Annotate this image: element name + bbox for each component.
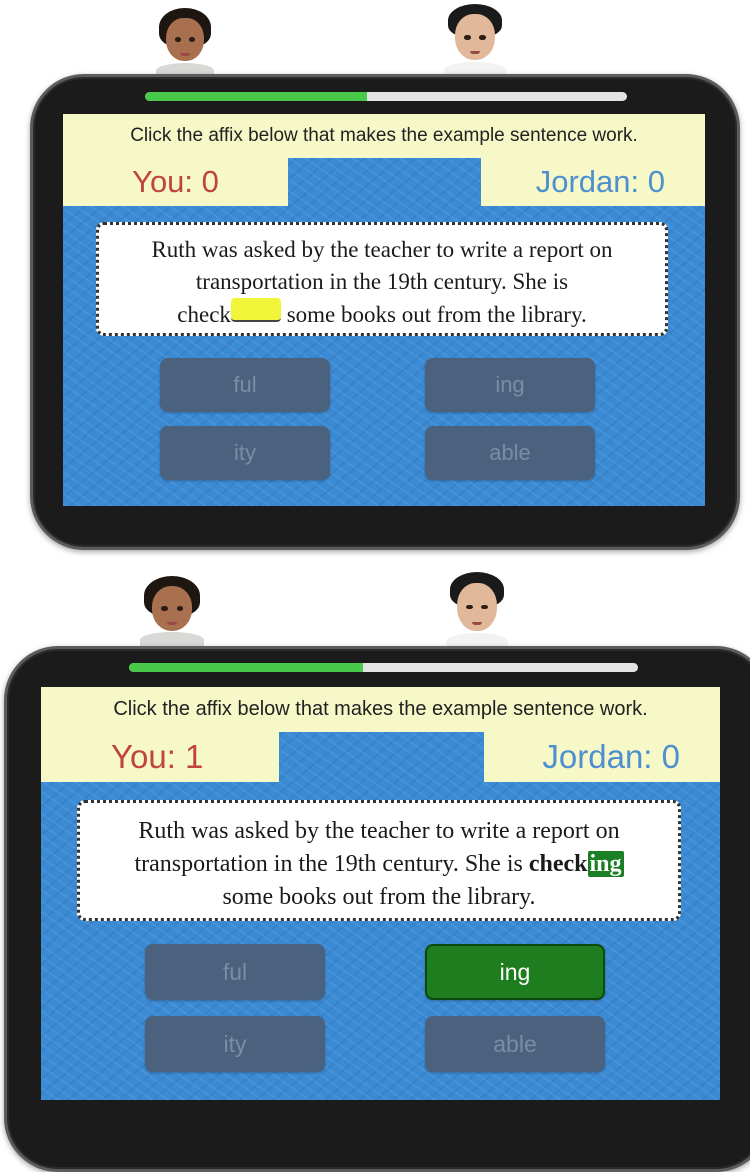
- game-screen: Click the affix below that makes the exa…: [41, 687, 720, 1100]
- round-progress-bar: [129, 663, 638, 672]
- instruction-banner: Click the affix below that makes the exa…: [41, 687, 720, 732]
- choice-button-ful[interactable]: ful: [160, 358, 330, 412]
- filled-affix: ing: [587, 851, 624, 877]
- you-score: You: 0: [63, 158, 288, 206]
- sentence-line: Ruth was asked by the teacher to write a…: [151, 237, 613, 262]
- affix-blank: [230, 298, 281, 322]
- choice-button-able[interactable]: able: [425, 1016, 605, 1072]
- choice-button-ing[interactable]: ing: [425, 358, 595, 412]
- choice-button-ity[interactable]: ity: [145, 1016, 325, 1072]
- game-screen: Click the affix below that makes the exa…: [63, 114, 705, 506]
- sentence-stem: check: [177, 302, 231, 327]
- game-panel-2: Click the affix below that makes the exa…: [0, 560, 750, 1172]
- sentence-stem: check: [528, 851, 588, 877]
- round-progress-bar: [145, 92, 627, 101]
- sentence-line: Ruth was asked by the teacher to write a…: [138, 818, 620, 844]
- example-sentence: Ruth was asked by the teacher to write a…: [96, 222, 668, 336]
- game-panel-1: Click the affix below that makes the exa…: [0, 0, 750, 560]
- sentence-ending: some books out from the library.: [280, 302, 587, 327]
- instruction-banner: Click the affix below that makes the exa…: [63, 114, 705, 158]
- sentence-line: transportation in the 19th century. She …: [195, 269, 569, 294]
- opponent-jordan-avatar-icon: [444, 4, 506, 78]
- you-score: You: 1: [41, 732, 279, 782]
- sentence-line: transportation in the 19th century. She …: [80, 848, 678, 881]
- sentence-text: transportation in the 19th century. She …: [134, 851, 529, 877]
- sentence-line: some books out from the library.: [222, 884, 536, 910]
- sentence-line: check some books out from the library.: [99, 298, 665, 331]
- choice-button-ful[interactable]: ful: [145, 944, 325, 1000]
- round-progress-fill: [129, 663, 364, 672]
- student-avatar-icon: [140, 576, 204, 648]
- round-progress-fill: [145, 92, 367, 101]
- choice-button-ing-selected[interactable]: ing: [425, 944, 605, 1000]
- example-sentence: Ruth was asked by the teacher to write a…: [77, 800, 681, 921]
- choice-button-able[interactable]: able: [425, 426, 595, 480]
- opponent-score: Jordan: 0: [484, 732, 720, 782]
- choice-button-ity[interactable]: ity: [160, 426, 330, 480]
- student-avatar-icon: [156, 8, 214, 78]
- opponent-jordan-avatar-icon: [446, 572, 508, 650]
- opponent-score: Jordan: 0: [481, 158, 705, 206]
